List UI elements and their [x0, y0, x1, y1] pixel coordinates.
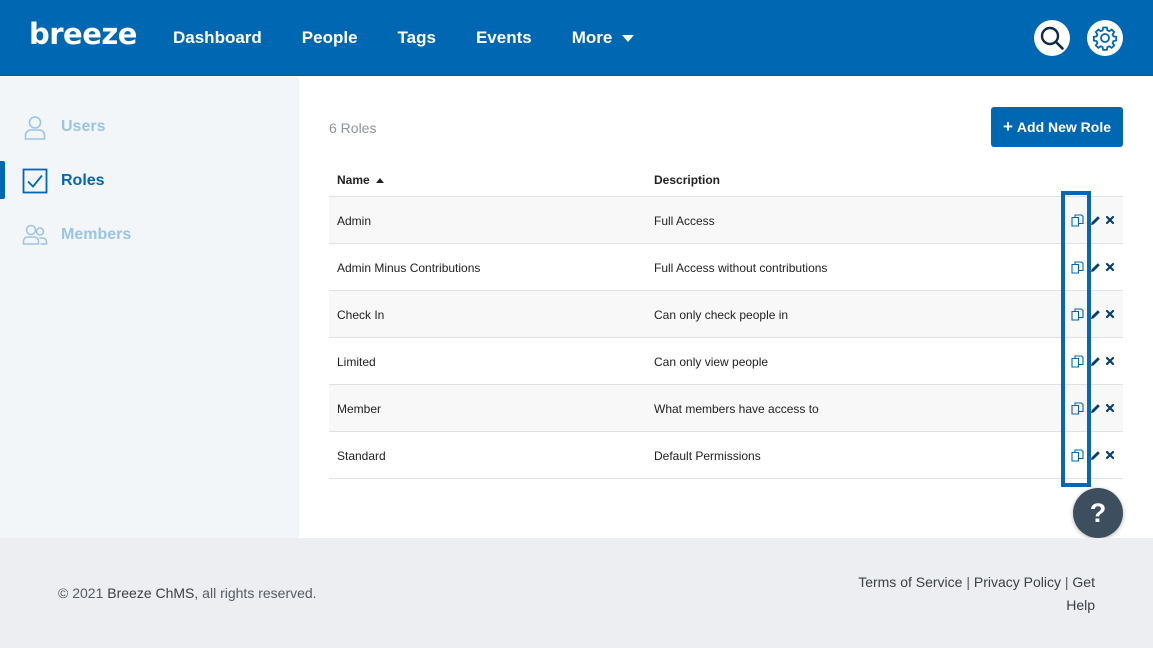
brand-link[interactable]: Breeze ChMS — [107, 585, 194, 601]
gear-icon — [1092, 26, 1118, 51]
table-row: Admin Full Access — [329, 197, 1123, 244]
footer: © 2021 Breeze ChMS, all rights reserved.… — [0, 538, 1153, 648]
copyright: © 2021 Breeze ChMS, all rights reserved. — [58, 585, 317, 601]
get-help-link[interactable]: Get Help — [1066, 574, 1095, 613]
role-count: 6 Roles — [329, 120, 377, 136]
sidebar-item-users[interactable]: Users — [0, 105, 299, 149]
role-name: Admin — [337, 214, 372, 228]
footer-links: Terms of Service | Privacy Policy | Get … — [840, 571, 1095, 617]
close-icon[interactable] — [1103, 307, 1117, 321]
terms-of-service-link[interactable]: Terms of Service — [858, 574, 962, 590]
top-navbar: breeze Dashboard People Tags Events More — [0, 0, 1153, 76]
user-icon — [24, 116, 46, 140]
members-icon — [22, 224, 48, 245]
sort-ascending-icon — [375, 178, 384, 184]
nav-events-label: Events — [475, 28, 532, 47]
caret-down-icon — [622, 34, 635, 42]
role-name: Standard — [337, 449, 386, 463]
table-row: Limited Can only view people — [329, 338, 1123, 385]
main-content: 6 Roles + Add New Role Name Description … — [299, 77, 1153, 538]
sidebar: Users Roles Members — [0, 77, 299, 538]
role-description: What members have access to — [654, 402, 819, 416]
role-description: Full Access without contributions — [654, 261, 828, 275]
link-separator: | — [966, 574, 970, 590]
nav-dashboard[interactable]: Dashboard — [173, 28, 262, 48]
table-row: Standard Default Permissions — [329, 432, 1123, 479]
table-row: Check In Can only check people in — [329, 291, 1123, 338]
plus-icon: + — [1002, 117, 1013, 136]
sidebar-item-label: Members — [61, 226, 132, 243]
role-name: Member — [337, 402, 382, 416]
copyright-suffix: , all rights reserved. — [194, 585, 317, 601]
sidebar-item-label: Roles — [61, 172, 105, 189]
sidebar-item-roles[interactable]: Roles — [0, 159, 299, 203]
nav-more-label: More — [571, 28, 613, 47]
nav-tags-label: Tags — [397, 28, 436, 47]
nav-events[interactable]: Events — [476, 28, 532, 48]
role-name: Check In — [337, 308, 385, 322]
role-description: Can only view people — [654, 355, 769, 369]
settings-button[interactable] — [1087, 20, 1123, 56]
nav-people-label: People — [301, 28, 358, 47]
nav-dashboard-label: Dashboard — [173, 28, 262, 47]
app-window: breeze Dashboard People Tags Events More — [0, 0, 1153, 648]
column-header-name[interactable]: Name — [337, 173, 384, 187]
role-description: Full Access — [654, 214, 715, 228]
search-icon — [1040, 26, 1064, 50]
active-indicator — [0, 161, 5, 199]
role-description: Can only check people in — [654, 308, 789, 322]
nav-tags[interactable]: Tags — [398, 28, 436, 48]
column-header-description: Description — [654, 173, 721, 187]
close-icon[interactable] — [1103, 448, 1117, 462]
close-icon[interactable] — [1103, 213, 1117, 227]
close-icon[interactable] — [1103, 401, 1117, 415]
table-row: Member What members have access to — [329, 385, 1123, 432]
copyright-prefix: © 2021 — [58, 585, 104, 601]
role-name: Admin Minus Contributions — [337, 261, 481, 275]
column-header-name-label: Name — [337, 173, 370, 187]
table-header: Name Description — [329, 159, 1123, 197]
table-body: Admin Full Access Admin Minus Contribution… — [329, 197, 1123, 479]
link-separator: | — [1064, 574, 1069, 590]
add-new-role-button[interactable]: + Add New Role — [991, 107, 1123, 147]
checkbox-icon — [22, 168, 48, 194]
add-new-role-label: Add New Role — [1016, 119, 1112, 135]
nav-people[interactable]: People — [302, 28, 358, 48]
help-button[interactable]: ? — [1073, 488, 1123, 538]
sidebar-item-label: Users — [61, 118, 106, 135]
role-description: Default Permissions — [654, 449, 761, 463]
sidebar-item-members[interactable]: Members — [0, 213, 299, 257]
breeze-logo[interactable]: breeze — [29, 14, 137, 54]
roles-table: Name Description Admin Full Access Admin M… — [329, 159, 1123, 479]
nav-more[interactable]: More — [572, 28, 635, 48]
search-button[interactable] — [1034, 20, 1070, 56]
role-name: Limited — [337, 355, 376, 369]
copy-column-highlight — [1061, 191, 1091, 487]
main-nav: Dashboard People Tags Events More — [173, 0, 674, 76]
close-icon[interactable] — [1103, 354, 1117, 368]
privacy-policy-link[interactable]: Privacy Policy — [974, 574, 1061, 590]
table-row: Admin Minus Contributions Full Access wit… — [329, 244, 1123, 291]
close-icon[interactable] — [1103, 260, 1117, 274]
